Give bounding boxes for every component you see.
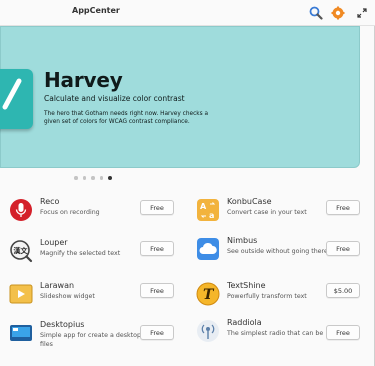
app-name: Raddiola	[227, 318, 262, 327]
app-description: Magnify the selected text	[40, 250, 121, 257]
app-description: Powerfully transform text	[227, 293, 307, 300]
cloud-icon	[195, 236, 221, 262]
get-button-reco[interactable]: Free	[140, 200, 174, 215]
updates-badge-icon[interactable]	[329, 4, 347, 22]
get-button-louper[interactable]: Free	[140, 241, 174, 256]
app-description: The simplest radio that can be	[227, 330, 324, 337]
window-title: AppCenter	[72, 6, 120, 15]
harvey-app-icon	[0, 69, 33, 129]
app-description: Simple app for create a desktop files	[40, 332, 141, 348]
featured-app-description: The hero that Gotham needs right now. Ha…	[44, 111, 209, 126]
magnifier-text-icon: 漢文	[8, 238, 34, 264]
app-name: Reco	[40, 197, 60, 206]
app-name: KonbuCase	[227, 197, 272, 206]
app-name: Nimbus	[227, 236, 258, 245]
get-button-desktopius[interactable]: Free	[140, 325, 174, 340]
svg-text:A: A	[200, 202, 207, 211]
desktop-icon	[8, 320, 34, 346]
svg-text:T: T	[203, 287, 215, 303]
carousel-dot[interactable]	[82, 176, 86, 180]
fullscreen-icon[interactable]	[353, 4, 371, 22]
app-description: Convert case in your text	[227, 209, 307, 216]
case-convert-icon: Aa	[195, 197, 221, 223]
app-description: See outside without going there	[227, 248, 328, 255]
app-description: Slideshow widget	[40, 293, 95, 300]
appcenter-window: AppCenter Harvey Calculate and visualize…	[0, 0, 375, 366]
radio-antenna-icon	[195, 318, 221, 344]
microphone-icon	[8, 197, 34, 223]
app-name: TextShine	[227, 281, 266, 290]
carousel-dot-active[interactable]	[108, 176, 112, 180]
featured-app-name: Harvey	[44, 68, 123, 92]
buy-button-textshine[interactable]: $5.00	[326, 283, 360, 298]
get-button-konbucase[interactable]: Free	[326, 200, 360, 215]
featured-banner[interactable]: Harvey Calculate and visualize color con…	[0, 26, 360, 168]
carousel-dots	[74, 176, 112, 180]
app-name: Desktopius	[40, 320, 85, 329]
svg-text:漢文: 漢文	[14, 246, 29, 255]
svg-text:a: a	[209, 211, 214, 220]
carousel-dot[interactable]	[99, 176, 103, 180]
get-button-larawan[interactable]: Free	[140, 283, 174, 298]
carousel-dot[interactable]	[74, 176, 78, 180]
carousel-dot[interactable]	[91, 176, 95, 180]
header-bar: AppCenter	[0, 0, 375, 26]
get-button-nimbus[interactable]: Free	[326, 241, 360, 256]
search-icon[interactable]	[307, 4, 325, 22]
app-name: Larawan	[40, 281, 75, 290]
app-name: Louper	[40, 238, 68, 247]
text-shine-icon: T	[195, 281, 221, 307]
get-button-raddiola[interactable]: Free	[326, 325, 360, 340]
slideshow-icon	[8, 281, 34, 307]
app-description: Focus on recording	[40, 209, 100, 216]
featured-app-tagline: Calculate and visualize color contrast	[44, 94, 185, 103]
